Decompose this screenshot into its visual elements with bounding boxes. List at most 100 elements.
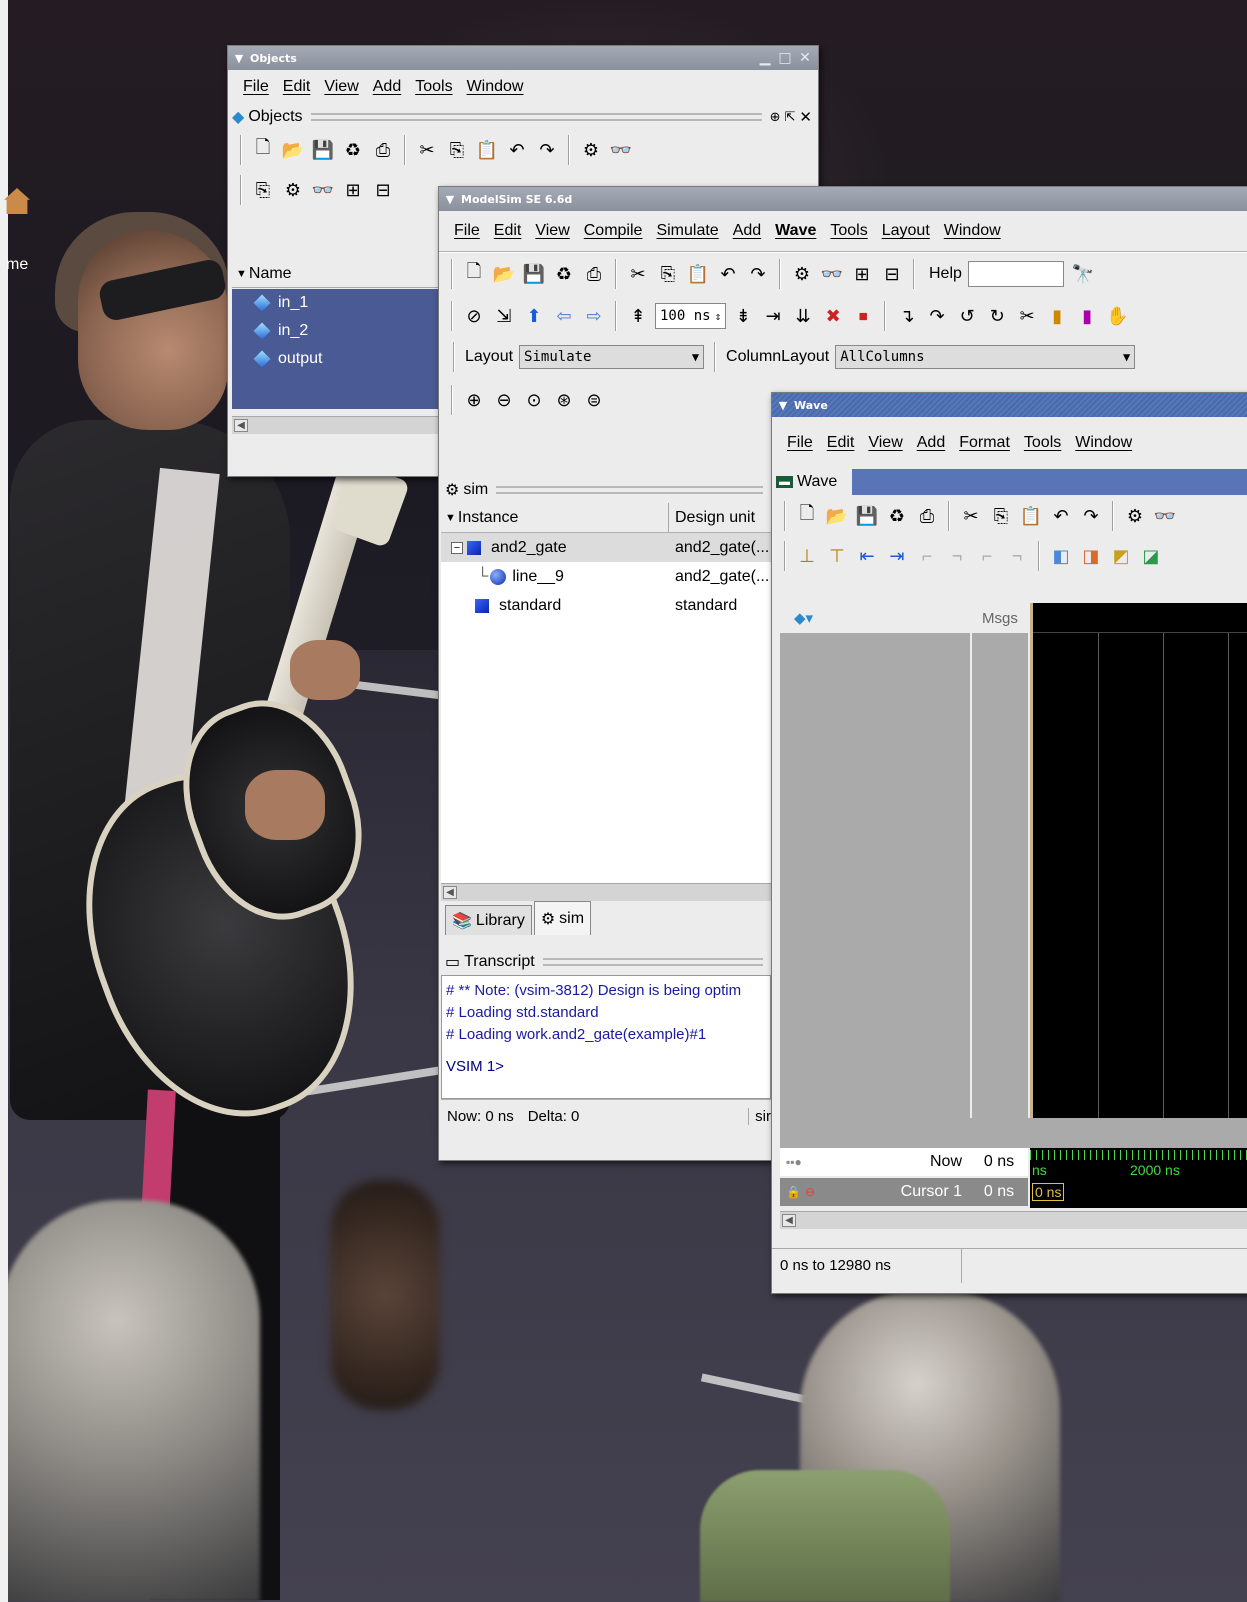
horizontal-scrollbar[interactable]: ◀: [780, 1211, 1247, 1229]
print-icon[interactable]: ⎙: [370, 137, 396, 163]
step-back-icon[interactable]: ↻: [984, 303, 1010, 329]
time-ruler[interactable]: ns 2000 ns: [1030, 1148, 1247, 1180]
names-header[interactable]: ◆▾: [780, 603, 970, 633]
menu-add[interactable]: Add: [366, 78, 408, 96]
menu-edit[interactable]: Edit: [487, 222, 529, 240]
window-menu-icon[interactable]: ▼: [232, 51, 246, 65]
column-layout-select[interactable]: AllColumns ▼: [835, 345, 1136, 369]
redo-icon[interactable]: ↷: [745, 261, 771, 287]
menu-view[interactable]: View: [861, 434, 909, 452]
new-file-icon[interactable]: 🗋: [250, 137, 276, 163]
continue-icon[interactable]: ⇥: [760, 303, 786, 329]
compile-icon[interactable]: ⚙: [789, 261, 815, 287]
collapse-toggle-icon[interactable]: −: [451, 541, 463, 554]
step-over-icon[interactable]: ↷: [924, 303, 950, 329]
main-titlebar[interactable]: ▼ ModelSim SE 6.6d: [439, 187, 1247, 211]
wave-titlebar[interactable]: ▼ Wave: [772, 393, 1247, 417]
run-length-input[interactable]: 100 ns ⇕: [655, 303, 727, 329]
tab-sim[interactable]: ⚙ sim: [533, 901, 592, 935]
copy-icon[interactable]: ⎘: [988, 503, 1014, 529]
transcript-console[interactable]: # ** Note: (vsim-3812) Design is being o…: [441, 975, 771, 1099]
pane-grip[interactable]: [310, 113, 762, 121]
undock-icon[interactable]: ⇱: [785, 109, 796, 125]
table-row[interactable]: standard standard: [441, 591, 771, 620]
waveform-canvas[interactable]: [1030, 603, 1247, 1118]
copy-icon[interactable]: ⎘: [444, 137, 470, 163]
signal-names-pane[interactable]: ◆▾: [780, 603, 970, 1118]
menu-compile[interactable]: Compile: [577, 222, 650, 240]
home-folder-icon[interactable]: [0, 178, 30, 238]
cursor-time-tag[interactable]: 0 ns: [1032, 1183, 1065, 1201]
menu-window[interactable]: Window: [460, 78, 531, 96]
open-folder-icon[interactable]: 📂: [280, 137, 306, 163]
reload-icon[interactable]: ♻: [340, 137, 366, 163]
back-arrow-icon[interactable]: ⇦: [551, 303, 577, 329]
new-file-icon[interactable]: 🗋: [794, 503, 820, 529]
desktop-icon-label[interactable]: me: [6, 256, 28, 274]
restart-icon[interactable]: ⇞: [625, 303, 651, 329]
next-edge-icon[interactable]: ⇥: [884, 543, 910, 569]
open-folder-icon[interactable]: 📂: [824, 503, 850, 529]
cursor-lane[interactable]: 0 ns: [1030, 1180, 1247, 1208]
undo-icon[interactable]: ↶: [1048, 503, 1074, 529]
menu-window[interactable]: Window: [937, 222, 1008, 240]
prev-edge-icon[interactable]: ⇤: [854, 543, 880, 569]
break-icon[interactable]: ⊘: [461, 303, 487, 329]
menu-file[interactable]: File: [780, 434, 820, 452]
add-signal-icon[interactable]: ◧: [1048, 543, 1074, 569]
insert-cursor-icon[interactable]: ⊥: [794, 543, 820, 569]
menu-window[interactable]: Window: [1068, 434, 1139, 452]
compile-icon[interactable]: ⚙: [578, 137, 604, 163]
tab-library[interactable]: 📚 Library: [445, 905, 532, 935]
menu-wave[interactable]: Wave: [768, 222, 823, 240]
table-row[interactable]: └ line__9 and2_gate(...: [441, 562, 771, 591]
now-icons[interactable]: ▪▪●: [786, 1155, 802, 1169]
close-pane-icon[interactable]: ✕: [799, 108, 812, 126]
ungroup-icon[interactable]: ◪: [1138, 543, 1164, 569]
copy-icon[interactable]: ⎘: [250, 177, 276, 203]
chevron-down-icon[interactable]: ▼: [1123, 350, 1130, 364]
undo-icon[interactable]: ↶: [715, 261, 741, 287]
values-pane[interactable]: Msgs: [972, 603, 1028, 1118]
print-icon[interactable]: ⎙: [914, 503, 940, 529]
edge-icon[interactable]: ⌐: [974, 543, 1000, 569]
table-row[interactable]: − and2_gate and2_gate(...: [441, 533, 771, 562]
column-design-unit[interactable]: Design unit: [669, 509, 755, 527]
new-file-icon[interactable]: 🗋: [461, 261, 487, 287]
break-sim-icon[interactable]: ✖: [820, 303, 846, 329]
edge-icon[interactable]: ⌐: [914, 543, 940, 569]
help-search-input[interactable]: [967, 261, 1064, 287]
horizontal-scrollbar[interactable]: ◀: [441, 883, 771, 901]
menu-file[interactable]: File: [236, 78, 276, 96]
save-icon[interactable]: 💾: [310, 137, 336, 163]
divider-icon[interactable]: ◨: [1078, 543, 1104, 569]
signal-tree-icon[interactable]: ◆▾: [794, 609, 813, 627]
undo-icon[interactable]: ↶: [504, 137, 530, 163]
run-icon[interactable]: ⇟: [730, 303, 756, 329]
menu-edit[interactable]: Edit: [276, 78, 318, 96]
menu-view[interactable]: View: [528, 222, 576, 240]
paste-icon[interactable]: 📋: [685, 261, 711, 287]
reload-icon[interactable]: ♻: [884, 503, 910, 529]
expand-icon[interactable]: ⊞: [340, 177, 366, 203]
hand-icon[interactable]: ✋: [1104, 303, 1130, 329]
step-into-icon[interactable]: ↴: [894, 303, 920, 329]
stop-icon[interactable]: ⏹: [850, 303, 876, 329]
save-icon[interactable]: 💾: [854, 503, 880, 529]
profile-icon[interactable]: ▮: [1044, 303, 1070, 329]
column-instance[interactable]: ▼ Instance: [441, 503, 669, 532]
instance-tree[interactable]: − and2_gate and2_gate(... └ line__9 and2_g…: [441, 533, 771, 883]
dock-icon[interactable]: ⊕: [770, 109, 781, 125]
menu-tools[interactable]: Tools: [1017, 434, 1068, 452]
find-icon[interactable]: 👓: [819, 261, 845, 287]
menu-simulate[interactable]: Simulate: [649, 222, 725, 240]
binoculars-icon[interactable]: 🔭: [1070, 261, 1096, 287]
collapse-icon[interactable]: ⊟: [370, 177, 396, 203]
compile-icon[interactable]: ⚙: [280, 177, 306, 203]
zoom-full-icon[interactable]: ⊙: [521, 387, 547, 413]
menu-add[interactable]: Add: [726, 222, 768, 240]
collapse-icon[interactable]: ⊟: [879, 261, 905, 287]
cut-icon[interactable]: ✂: [625, 261, 651, 287]
cut-icon[interactable]: ✂: [958, 503, 984, 529]
save-icon[interactable]: 💾: [521, 261, 547, 287]
